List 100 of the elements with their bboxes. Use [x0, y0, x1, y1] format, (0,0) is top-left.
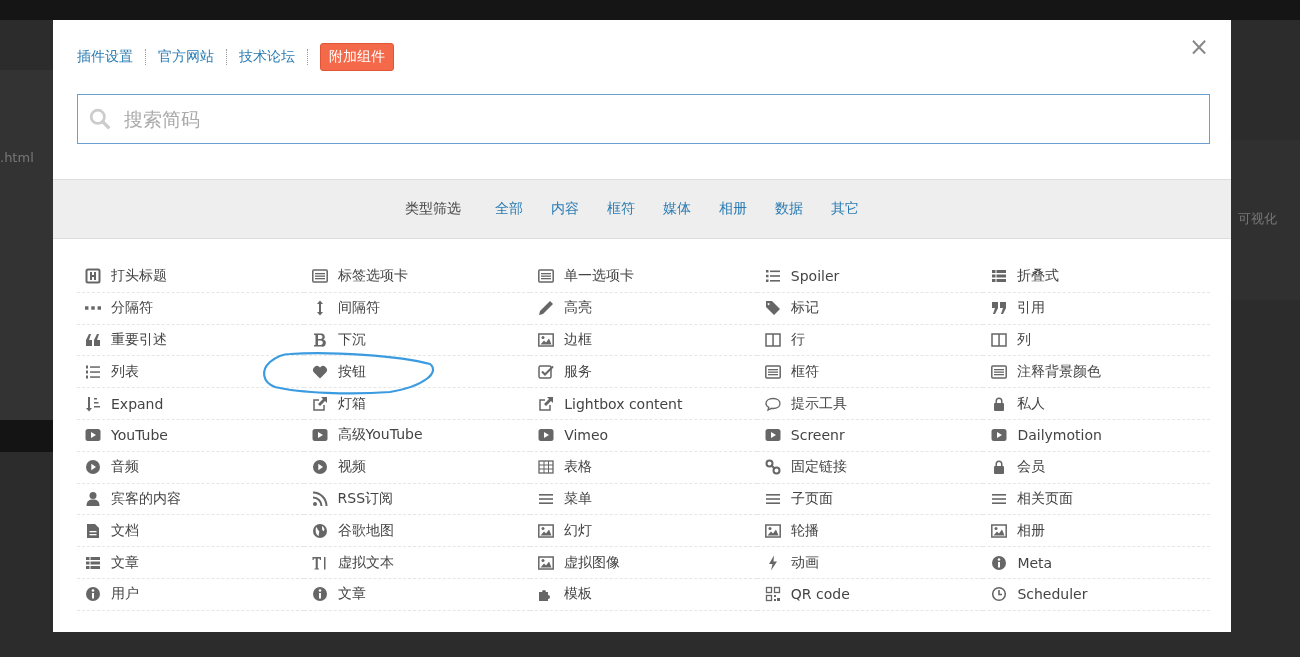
shortcode-item[interactable]: 高亮 [530, 292, 757, 325]
columns-icon [991, 332, 1008, 348]
info-icon [85, 586, 101, 603]
list-icon [991, 268, 1008, 285]
shortcode-item[interactable]: 子页面 [756, 483, 984, 516]
play-icon [764, 427, 781, 444]
rss-icon [311, 490, 328, 507]
shortcode-item[interactable]: 标记 [756, 292, 984, 325]
shortcode-item[interactable]: 幻灯 [530, 515, 757, 548]
shortcode-item[interactable]: 重要引述 [77, 324, 304, 357]
filter-link[interactable]: 数据 [775, 200, 803, 218]
close-button[interactable]: × [1182, 32, 1215, 62]
speech-bubble-icon [764, 395, 781, 412]
quote-icon [85, 332, 101, 348]
filter-link[interactable]: 媒体 [663, 200, 691, 218]
list-icon [764, 268, 781, 285]
image-icon [538, 522, 555, 539]
filter-link[interactable]: 框符 [607, 200, 635, 218]
shortcode-item[interactable]: 打头标题 [77, 261, 304, 293]
shortcode-item[interactable]: 谷歌地图 [303, 515, 531, 548]
shortcode-item[interactable]: Vimeo [530, 420, 757, 452]
shortcode-item[interactable]: 视频 [303, 451, 531, 484]
shortcode-item[interactable]: 文章 [303, 578, 531, 611]
image-icon [538, 554, 555, 571]
shortcode-item[interactable]: 表格 [530, 451, 757, 484]
user-icon [85, 490, 101, 507]
heart-icon [311, 363, 328, 380]
info-icon [991, 554, 1008, 571]
shortcode-item[interactable]: 分隔符 [77, 292, 304, 325]
shortcode-item[interactable]: 私人 [983, 388, 1210, 420]
shortcode-item[interactable]: 文章 [77, 547, 304, 579]
shortcode-item[interactable]: 灯箱 [303, 388, 531, 420]
search-icon [89, 108, 111, 130]
filter-label: 类型筛选 [405, 200, 461, 218]
shortcode-item[interactable]: 折叠式 [983, 261, 1210, 293]
shortcode-item[interactable]: 会员 [983, 451, 1210, 484]
shortcode-item[interactable]: 标签选项卡 [303, 261, 531, 293]
shortcode-item[interactable]: 间隔符 [303, 292, 531, 325]
image-icon [991, 522, 1008, 539]
header-link[interactable]: 插件设置 [77, 48, 133, 66]
shortcode-item[interactable]: 下沉 [303, 324, 531, 357]
external-link-icon [538, 395, 555, 412]
shortcode-item[interactable]: 用户 [77, 578, 304, 611]
shortcode-item[interactable]: 相册 [983, 515, 1210, 548]
shortcode-item[interactable]: 音频 [77, 451, 304, 484]
shortcode-item[interactable]: QR code [756, 578, 984, 611]
shortcode-item[interactable]: Spoiler [756, 261, 984, 293]
external-link-icon [311, 395, 328, 412]
tag-icon [764, 300, 781, 317]
pencil-icon [538, 300, 555, 317]
shortcode-item[interactable]: Lightbox content [530, 388, 757, 420]
shortcode-item[interactable]: 注释背景颜色 [983, 356, 1210, 389]
shortcode-item[interactable]: 列 [983, 324, 1210, 357]
shortcode-item[interactable]: 虚拟图像 [530, 547, 757, 579]
checkbox-icon [538, 363, 555, 380]
globe-icon [311, 522, 328, 539]
list-icon [85, 554, 101, 571]
shortcode-item[interactable]: 框符 [756, 356, 984, 389]
shortcode-item[interactable]: 服务 [530, 356, 757, 389]
filter-link[interactable]: 全部 [495, 200, 523, 218]
shortcode-item[interactable]: 固定链接 [756, 451, 984, 484]
shortcode-item[interactable]: 相关页面 [983, 483, 1210, 516]
shortcode-item[interactable]: 高级YouTube [303, 420, 531, 452]
shortcode-item[interactable]: RSS订阅 [303, 483, 531, 516]
image-icon [764, 522, 781, 539]
dots-icon [85, 306, 101, 311]
shortcode-item[interactable]: Dailymotion [983, 420, 1210, 452]
shortcode-item[interactable]: 单一选项卡 [530, 261, 757, 293]
shortcode-item[interactable]: Meta [983, 547, 1210, 579]
shortcode-item[interactable]: 提示工具 [756, 388, 984, 420]
search-field[interactable]: 搜索简码 [77, 94, 1210, 144]
shortcode-item[interactable]: YouTube [77, 420, 304, 452]
shortcode-item[interactable]: 菜单 [530, 483, 757, 516]
shortcode-item[interactable]: 动画 [756, 547, 984, 579]
filter-link[interactable]: 其它 [831, 200, 859, 218]
heading-icon [85, 268, 101, 285]
info-icon [311, 586, 328, 603]
shortcode-item[interactable]: Screenr [756, 420, 984, 452]
quote-icon [991, 300, 1008, 317]
table-icon [538, 459, 555, 476]
header-link[interactable]: 技术论坛 [239, 48, 295, 66]
shortcode-item[interactable]: 引用 [983, 292, 1210, 325]
shortcode-item[interactable]: 边框 [530, 324, 757, 357]
shortcode-item[interactable]: 按钮 [303, 356, 531, 389]
bold-icon [311, 332, 328, 348]
shortcode-item[interactable]: Expand [77, 388, 304, 420]
shortcode-item[interactable]: Scheduler [983, 578, 1210, 611]
header-link[interactable]: 官方网站 [158, 48, 214, 66]
shortcode-item[interactable]: 虚拟文本 [303, 547, 531, 579]
filter-link[interactable]: 内容 [551, 200, 579, 218]
shortcode-item[interactable]: 文档 [77, 515, 304, 548]
filter-link[interactable]: 相册 [719, 200, 747, 218]
link-icon [764, 459, 781, 476]
shortcode-item[interactable]: 列表 [77, 356, 304, 389]
shortcode-item[interactable]: 宾客的内容 [77, 483, 304, 516]
shortcode-item[interactable]: 行 [756, 324, 984, 357]
shortcode-item[interactable]: 模板 [530, 578, 757, 611]
shortcode-item[interactable]: 轮播 [756, 515, 984, 548]
play-icon [85, 427, 101, 444]
image-icon [538, 332, 555, 348]
